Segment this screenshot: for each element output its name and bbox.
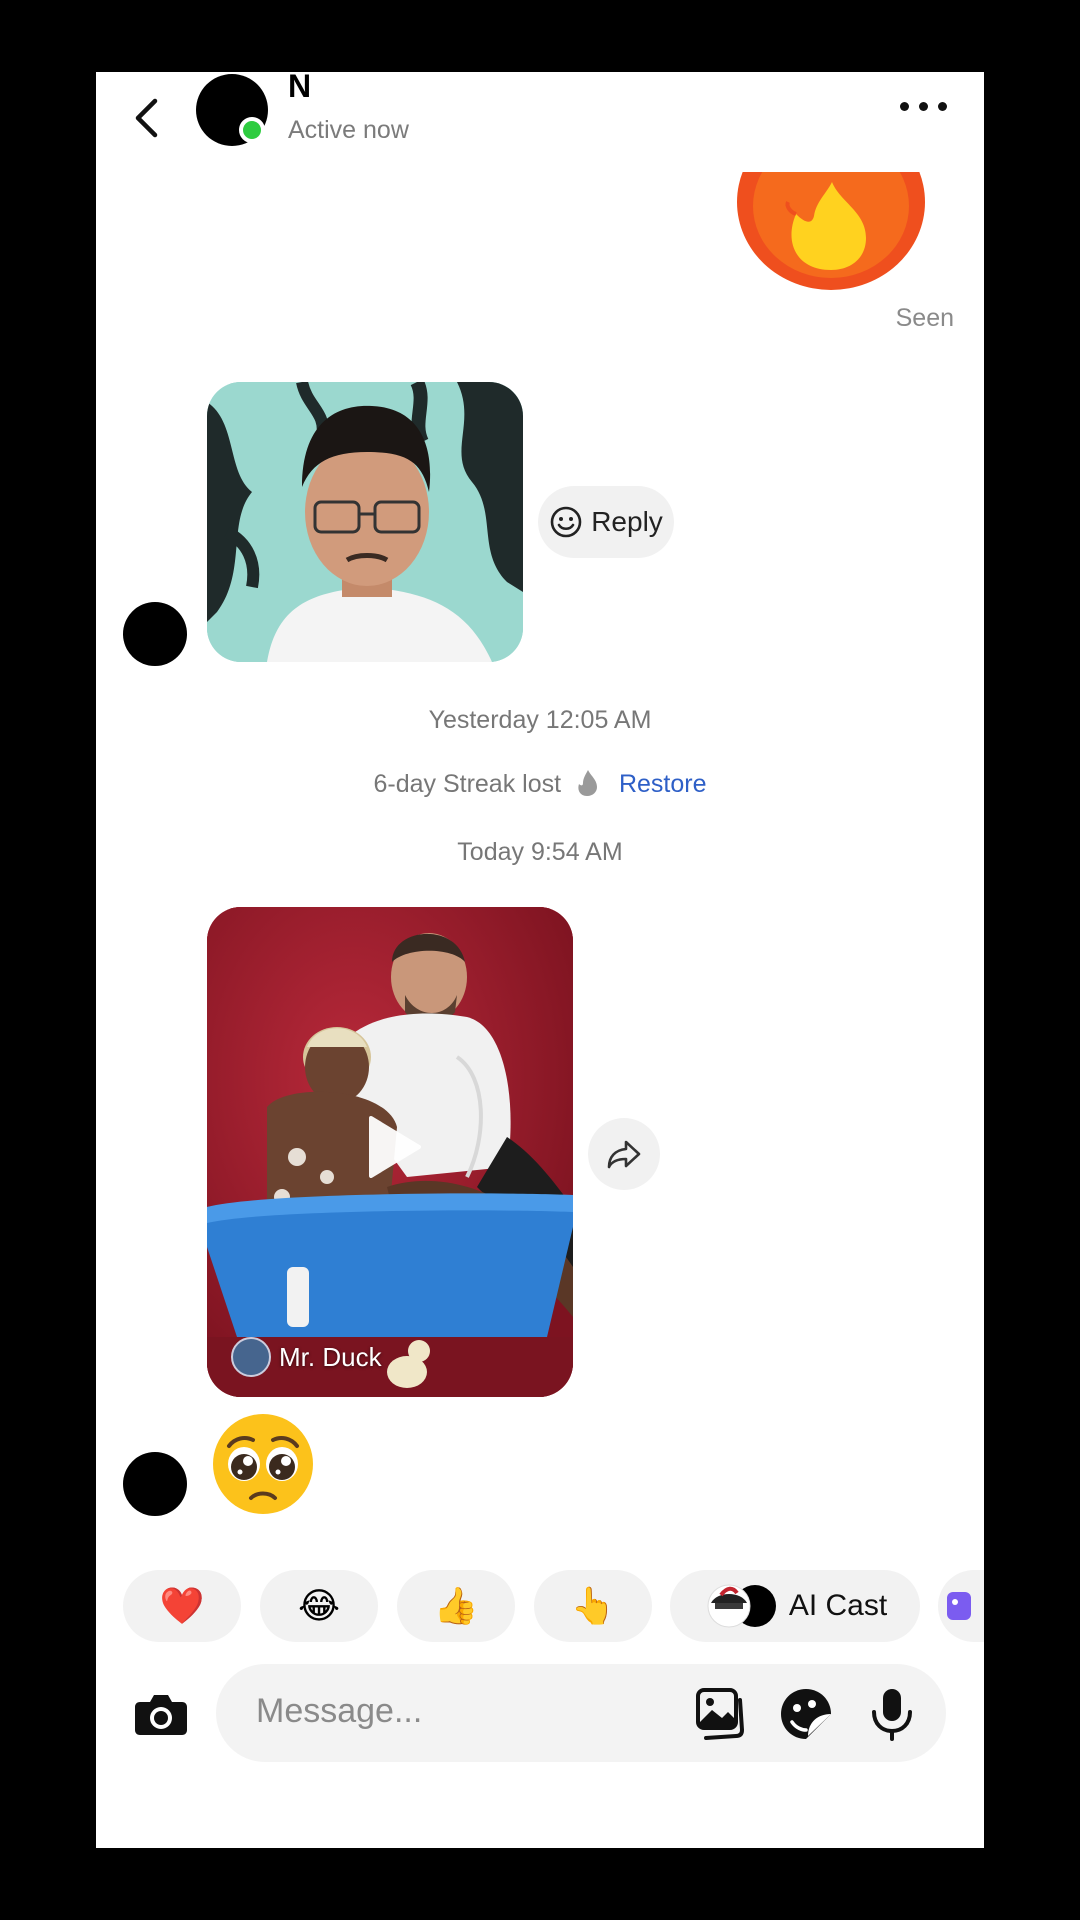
seen-label: Seen xyxy=(895,304,954,332)
video-message[interactable]: Mr. Duck xyxy=(207,907,573,1397)
restore-link[interactable]: Restore xyxy=(619,770,707,798)
active-status: Active now xyxy=(288,116,409,144)
sticker-face-icon[interactable] xyxy=(778,1686,834,1742)
ai-cast-button[interactable]: AI Cast xyxy=(670,1570,920,1642)
point-up-emoji: 👆 xyxy=(570,1585,616,1626)
share-arrow-icon xyxy=(607,1140,641,1169)
react-point-up-button[interactable]: 👆 xyxy=(534,1570,652,1642)
contact-name[interactable]: N xyxy=(288,72,311,105)
more-options-icon[interactable] xyxy=(896,96,952,116)
smiley-icon xyxy=(550,506,582,538)
photo-message[interactable] xyxy=(207,382,523,662)
share-button[interactable] xyxy=(588,1118,660,1190)
author-name: Mr. Duck xyxy=(279,1341,382,1372)
react-thumbs-up-button[interactable]: 👍 xyxy=(397,1570,515,1642)
streak-notice: 6-day Streak lost Restore xyxy=(96,769,984,799)
sender-avatar[interactable] xyxy=(123,602,187,666)
thumbs-up-emoji: 👍 xyxy=(433,1585,479,1626)
more-reactions-button[interactable] xyxy=(938,1570,984,1642)
reply-button[interactable]: Reply xyxy=(538,486,674,558)
video-author[interactable]: Mr. Duck xyxy=(231,1337,382,1377)
gallery-icon[interactable] xyxy=(692,1686,748,1742)
online-indicator xyxy=(239,117,265,143)
streak-text: 6-day Streak lost xyxy=(373,770,562,798)
back-icon[interactable] xyxy=(126,90,166,146)
camera-icon[interactable] xyxy=(132,1684,190,1742)
reply-label: Reply xyxy=(591,506,663,537)
flame-icon xyxy=(578,770,598,796)
ai-cast-label: AI Cast xyxy=(788,1589,888,1622)
react-heart-button[interactable]: ❤️ xyxy=(123,1570,241,1642)
microphone-icon[interactable] xyxy=(864,1686,920,1742)
sticker-icon xyxy=(947,1592,971,1620)
heart-emoji: ❤️ xyxy=(159,1585,205,1626)
ai-cast-avatars-icon xyxy=(707,1584,776,1628)
timestamp-today: Today 9:54 AM xyxy=(457,838,623,866)
react-laugh-button[interactable]: 😂 xyxy=(260,1570,378,1642)
sender-avatar[interactable] xyxy=(123,1452,187,1516)
chat-screen: N Active now Seen Reply Yesterday 12:05 … xyxy=(96,72,984,1848)
play-icon[interactable] xyxy=(357,1112,427,1182)
message-placeholder: Message... xyxy=(256,1692,423,1730)
pleading-face-emoji[interactable] xyxy=(211,1412,315,1516)
laughing-emoji: 😂 xyxy=(297,1585,341,1626)
flame-sticker[interactable] xyxy=(736,172,926,292)
timestamp-yesterday: Yesterday 12:05 AM xyxy=(428,706,652,734)
author-avatar xyxy=(231,1337,271,1377)
